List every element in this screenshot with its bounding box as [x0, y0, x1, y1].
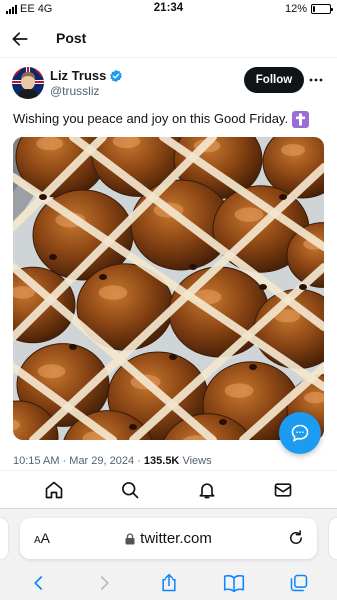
arrow-left-icon[interactable]: [10, 29, 30, 49]
chat-bubble-icon: [291, 424, 309, 442]
more-options-icon[interactable]: [309, 73, 323, 87]
raisin: [219, 419, 227, 425]
avatar-image: [12, 67, 44, 99]
battery-icon: [311, 4, 333, 14]
tweet-meta: 10:15 AM · Mar 29, 2024 · 135.5K Views: [13, 455, 212, 467]
battery-fill: [313, 6, 315, 12]
safari-toolbar: AA twitter.com: [0, 508, 337, 600]
views-count: 135.5K: [143, 455, 180, 467]
tweet-photo[interactable]: [13, 137, 324, 440]
avatar[interactable]: [12, 67, 44, 99]
bookmarks-book-icon[interactable]: [223, 572, 245, 594]
next-tab-peek[interactable]: [329, 518, 337, 559]
views-label: Views: [182, 455, 212, 467]
notifications-bell-icon[interactable]: [196, 479, 218, 501]
share-icon[interactable]: [158, 572, 180, 594]
battery-percent: 12%: [284, 3, 307, 15]
previous-tab-peek[interactable]: [0, 518, 8, 559]
raisin: [189, 264, 197, 270]
verified-badge-icon: [110, 69, 123, 82]
latin-cross-icon: [292, 110, 310, 128]
address-bar[interactable]: AA twitter.com: [20, 518, 317, 559]
raisin: [69, 344, 77, 350]
safari-nav-bar: [0, 570, 337, 596]
reload-icon[interactable]: [287, 529, 305, 547]
raisin: [99, 274, 107, 280]
hot-cross-buns-image: [13, 137, 324, 440]
messages-envelope-icon[interactable]: [272, 479, 294, 501]
meta-separator-2: ·: [137, 455, 141, 467]
tweet-date[interactable]: Mar 29, 2024: [69, 455, 134, 467]
author-name[interactable]: Liz Truss: [50, 68, 123, 83]
home-icon[interactable]: [43, 479, 65, 501]
tweet-time[interactable]: 10:15 AM: [13, 455, 59, 467]
tweet-text-content: Wishing you peace and joy on this Good F…: [13, 111, 289, 126]
post-header: Post: [0, 20, 337, 58]
status-bar: EE 4G 21:34 12%: [0, 0, 337, 18]
raisin: [39, 194, 47, 200]
author-handle[interactable]: @trussliz: [50, 84, 100, 98]
url-display[interactable]: twitter.com: [20, 530, 317, 547]
raisin: [279, 194, 287, 200]
raisin: [259, 284, 267, 290]
author-name-text: Liz Truss: [50, 68, 107, 83]
tabs-overview-icon[interactable]: [288, 572, 310, 594]
compose-reply-button[interactable]: [279, 412, 321, 454]
raisin: [169, 354, 177, 360]
url-text: twitter.com: [140, 530, 212, 547]
meta-separator: ·: [62, 455, 67, 467]
raisin: [129, 424, 137, 430]
lock-icon: [125, 532, 135, 544]
page-title: Post: [56, 30, 87, 46]
browser-back-icon[interactable]: [28, 572, 50, 594]
status-right: 12%: [284, 3, 333, 15]
app-bottom-nav: [0, 470, 337, 508]
follow-button[interactable]: Follow: [244, 67, 304, 93]
raisin: [299, 284, 307, 290]
tweet-text: Wishing you peace and joy on this Good F…: [13, 110, 328, 128]
raisin: [249, 364, 257, 370]
browser-forward-icon[interactable]: [93, 572, 115, 594]
search-icon[interactable]: [119, 479, 141, 501]
raisin: [49, 254, 57, 260]
